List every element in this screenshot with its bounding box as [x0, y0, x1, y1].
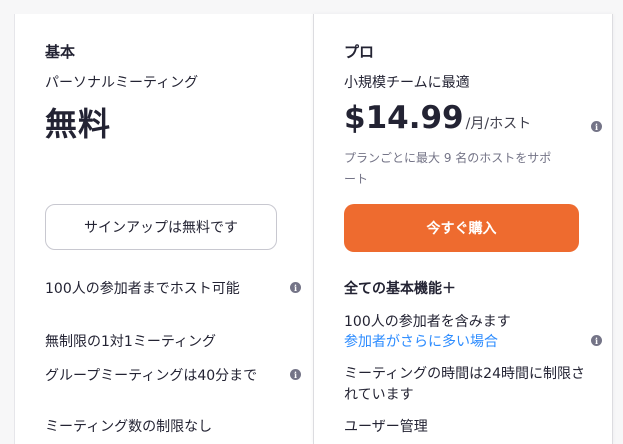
plan-price: $14.99 [344, 100, 464, 136]
price-unit: /月/ホスト [465, 116, 532, 132]
buy-now-button[interactable]: 今すぐ購入 [344, 204, 579, 252]
feature-item: 100人の参加者を含みます [344, 314, 511, 330]
info-icon[interactable]: i [290, 282, 301, 293]
plan-price: 無料 [45, 105, 112, 143]
plan-subtitle: 小規模チームに最適 [344, 75, 470, 91]
info-icon[interactable]: i [591, 335, 602, 346]
info-icon[interactable]: i [290, 369, 301, 380]
plan-card-pro: プロ 小規模チームに最適 $14.99 /月/ホスト i プランごとに最大 9 … [313, 14, 613, 444]
signup-free-button[interactable]: サインアップは無料です [45, 204, 277, 250]
feature-item: ミーティングの時間は24時間に制限されています [344, 366, 585, 403]
plan-name: プロ [344, 43, 375, 61]
price-note: プランごとに最大 9 名のホストをサポート [344, 151, 552, 186]
plan-subtitle: パーソナルミーティング [45, 75, 199, 91]
plan-name: 基本 [45, 43, 76, 61]
feature-item: グループミーティングは40分まで [45, 368, 258, 384]
info-icon[interactable]: i [591, 121, 602, 132]
feature-item: 無制限の1対1ミーティング [45, 334, 216, 350]
feature-item: ユーザー管理 [344, 419, 428, 435]
feature-item: ミーティング数の制限なし [45, 419, 213, 435]
more-participants-link[interactable]: 参加者がさらに多い場合 [344, 331, 498, 351]
plan-price-row: $14.99 /月/ホスト [344, 100, 531, 136]
feature-item: 100人の参加者までホスト可能 [45, 281, 240, 297]
features-heading: 全ての基本機能＋ [344, 281, 456, 297]
plan-card-basic: 基本 パーソナルミーティング 無料 サインアップは無料です 100人の参加者まで… [14, 14, 313, 444]
